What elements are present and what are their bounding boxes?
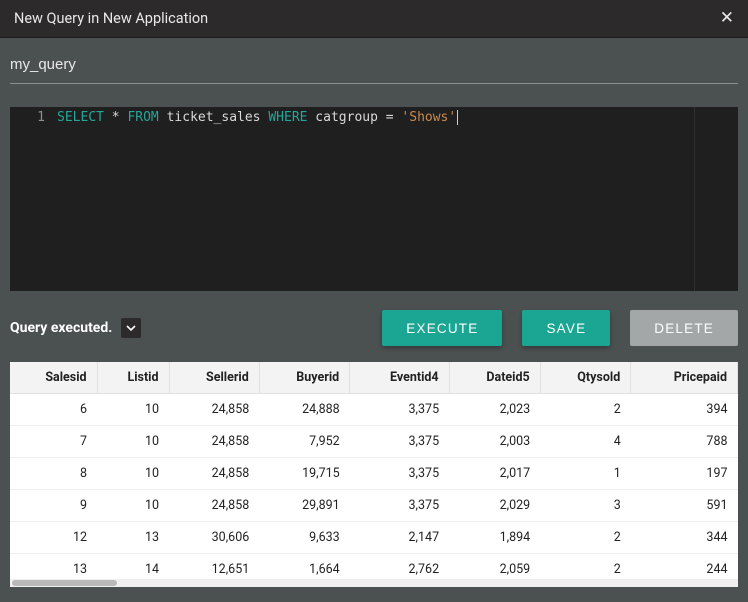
table-row[interactable]: 121330,6069,6332,1471,8942344 bbox=[10, 522, 738, 554]
table-row[interactable]: 91024,85829,8913,3752,0293591 bbox=[10, 490, 738, 522]
table-cell: 24,888 bbox=[259, 394, 349, 426]
sql-editor[interactable]: 1 SELECT * FROM ticket_sales WHERE catgr… bbox=[10, 107, 738, 291]
table-cell: 3,375 bbox=[350, 458, 449, 490]
table-header-row: Salesid Listid Sellerid Buyerid Eventid4… bbox=[10, 362, 738, 394]
token-eq: = bbox=[386, 110, 402, 125]
status-dropdown-toggle[interactable] bbox=[121, 318, 141, 338]
delete-button[interactable]: DELETE bbox=[630, 310, 738, 346]
chevron-down-icon bbox=[125, 322, 137, 334]
query-name-input[interactable] bbox=[10, 52, 738, 84]
col-pricepaid[interactable]: Pricepaid bbox=[631, 362, 738, 394]
col-salesid[interactable]: Salesid bbox=[10, 362, 97, 394]
window-title: New Query in New Application bbox=[14, 10, 208, 27]
table-cell: 9,633 bbox=[259, 522, 349, 554]
execute-button[interactable]: EXECUTE bbox=[382, 310, 502, 346]
table-cell: 13 bbox=[97, 522, 169, 554]
results-table-wrap[interactable]: Salesid Listid Sellerid Buyerid Eventid4… bbox=[10, 362, 738, 587]
table-cell: 7,952 bbox=[259, 426, 349, 458]
token-select: SELECT bbox=[57, 110, 104, 125]
table-cell: 2,023 bbox=[449, 394, 540, 426]
table-cell: 10 bbox=[97, 490, 169, 522]
editor-gutter: 1 bbox=[10, 107, 53, 291]
col-listid[interactable]: Listid bbox=[97, 362, 169, 394]
table-cell: 2,147 bbox=[350, 522, 449, 554]
title-bar: New Query in New Application ✕ bbox=[0, 0, 748, 38]
table-cell: 24,858 bbox=[169, 490, 259, 522]
table-cell: 7 bbox=[10, 426, 97, 458]
token-table: ticket_sales bbox=[159, 110, 269, 125]
table-cell: 6 bbox=[10, 394, 97, 426]
table-cell: 24,858 bbox=[169, 458, 259, 490]
close-icon[interactable]: ✕ bbox=[720, 10, 734, 27]
table-cell: 3,375 bbox=[350, 426, 449, 458]
query-status: Query executed. bbox=[10, 320, 112, 336]
col-buyerid[interactable]: Buyerid bbox=[259, 362, 349, 394]
table-cell: 10 bbox=[97, 394, 169, 426]
line-number: 1 bbox=[10, 110, 45, 125]
table-cell: 2,003 bbox=[449, 426, 540, 458]
table-cell: 24,858 bbox=[169, 426, 259, 458]
text-caret bbox=[457, 110, 458, 125]
table-cell: 8 bbox=[10, 458, 97, 490]
token-col: catgroup bbox=[307, 110, 385, 125]
table-cell: 1 bbox=[540, 458, 631, 490]
table-cell: 344 bbox=[631, 522, 738, 554]
scrollbar-thumb[interactable] bbox=[12, 580, 117, 586]
token-from: FROM bbox=[127, 110, 158, 125]
table-cell: 4 bbox=[540, 426, 631, 458]
table-row[interactable]: 71024,8587,9523,3752,0034788 bbox=[10, 426, 738, 458]
table-cell: 1,894 bbox=[449, 522, 540, 554]
query-name-row bbox=[0, 38, 748, 84]
table-cell: 29,891 bbox=[259, 490, 349, 522]
table-cell: 19,715 bbox=[259, 458, 349, 490]
table-row[interactable]: 81024,85819,7153,3752,0171197 bbox=[10, 458, 738, 490]
table-cell: 591 bbox=[631, 490, 738, 522]
col-sellerid[interactable]: Sellerid bbox=[169, 362, 259, 394]
editor-code-area[interactable]: SELECT * FROM ticket_sales WHERE catgrou… bbox=[53, 107, 738, 291]
table-cell: 3,375 bbox=[350, 490, 449, 522]
table-cell: 10 bbox=[97, 458, 169, 490]
save-button[interactable]: SAVE bbox=[522, 310, 610, 346]
code-line-1: SELECT * FROM ticket_sales WHERE catgrou… bbox=[57, 110, 734, 125]
table-cell: 3 bbox=[540, 490, 631, 522]
table-cell: 2,029 bbox=[449, 490, 540, 522]
horizontal-scrollbar[interactable] bbox=[10, 579, 738, 587]
table-cell: 9 bbox=[10, 490, 97, 522]
action-bar: Query executed. EXECUTE SAVE DELETE bbox=[10, 310, 738, 346]
table-cell: 30,606 bbox=[169, 522, 259, 554]
token-val: 'Shows' bbox=[401, 110, 456, 125]
table-cell: 2 bbox=[540, 394, 631, 426]
table-cell: 2 bbox=[540, 522, 631, 554]
table-cell: 394 bbox=[631, 394, 738, 426]
table-cell: 24,858 bbox=[169, 394, 259, 426]
col-eventid4[interactable]: Eventid4 bbox=[350, 362, 449, 394]
token-where: WHERE bbox=[268, 110, 307, 125]
table-cell: 10 bbox=[97, 426, 169, 458]
col-qtysold[interactable]: Qtysold bbox=[540, 362, 631, 394]
editor-right-margin bbox=[694, 107, 695, 291]
col-dateid5[interactable]: Dateid5 bbox=[449, 362, 540, 394]
token-star: * bbox=[104, 110, 127, 125]
results-table: Salesid Listid Sellerid Buyerid Eventid4… bbox=[10, 362, 738, 586]
table-cell: 2,017 bbox=[449, 458, 540, 490]
table-row[interactable]: 61024,85824,8883,3752,0232394 bbox=[10, 394, 738, 426]
table-cell: 197 bbox=[631, 458, 738, 490]
table-cell: 788 bbox=[631, 426, 738, 458]
table-cell: 3,375 bbox=[350, 394, 449, 426]
table-cell: 12 bbox=[10, 522, 97, 554]
